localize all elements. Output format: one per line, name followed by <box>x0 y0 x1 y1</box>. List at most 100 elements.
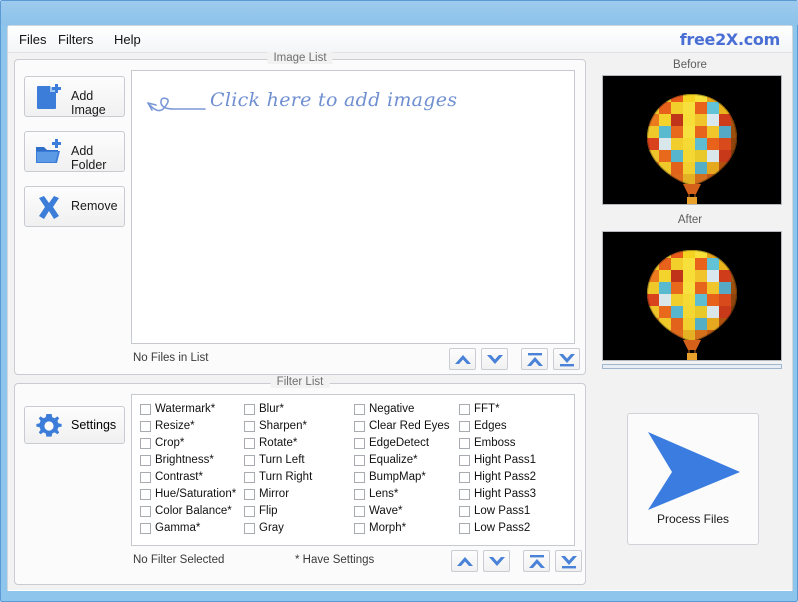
image-move-to-bottom-button[interactable] <box>553 348 580 370</box>
checkbox-icon[interactable] <box>459 489 470 500</box>
checkbox-icon[interactable] <box>140 404 151 415</box>
filter-item[interactable]: Resize* <box>138 418 246 435</box>
checkbox-icon[interactable] <box>140 523 151 534</box>
checkbox-icon[interactable] <box>140 489 151 500</box>
checkbox-icon[interactable] <box>244 421 255 432</box>
filter-item[interactable]: Emboss <box>457 435 567 452</box>
checkbox-icon[interactable] <box>459 472 470 483</box>
filter-item[interactable]: Mirror <box>242 486 342 503</box>
client-area: Files Filters Help free2X.com Image List <box>7 25 793 591</box>
filter-item[interactable]: Color Balance* <box>138 503 246 520</box>
filter-item[interactable]: Brightness* <box>138 452 246 469</box>
filter-item[interactable]: Negative <box>352 401 460 418</box>
filter-item[interactable]: Wave* <box>352 503 460 520</box>
checkbox-icon[interactable] <box>140 506 151 517</box>
menu-item-filters[interactable]: Filters <box>53 31 98 48</box>
checkbox-icon[interactable] <box>459 455 470 466</box>
filter-list-group: Filter List Settings Watermark* Resize* Cr… <box>14 376 586 585</box>
image-move-down-button[interactable] <box>481 348 508 370</box>
checkbox-icon[interactable] <box>354 472 365 483</box>
filter-item[interactable]: Lens* <box>352 486 460 503</box>
filter-item[interactable]: Turn Left <box>242 452 342 469</box>
checkbox-icon[interactable] <box>140 455 151 466</box>
checkbox-icon[interactable] <box>459 421 470 432</box>
filter-item[interactable]: Turn Right <box>242 469 342 486</box>
checkbox-icon[interactable] <box>354 404 365 415</box>
checkbox-icon[interactable] <box>244 404 255 415</box>
checkbox-icon[interactable] <box>244 438 255 449</box>
checkbox-icon[interactable] <box>459 404 470 415</box>
filter-list-box[interactable]: Watermark* Resize* Crop* Brightness* Contras… <box>131 394 575 546</box>
image-move-up-button[interactable] <box>449 348 476 370</box>
filter-item[interactable]: Gamma* <box>138 520 246 537</box>
filter-item-label: Gray <box>259 522 284 534</box>
filter-item[interactable]: Edges <box>457 418 567 435</box>
filter-item-label: Rotate* <box>259 437 298 449</box>
menu-item-files[interactable]: Files <box>14 31 51 48</box>
add-image-button[interactable]: Add Image <box>24 76 125 117</box>
filter-item[interactable]: Sharpen* <box>242 418 342 435</box>
filter-item[interactable]: Gray <box>242 520 342 537</box>
filter-item[interactable]: Hight Pass2 <box>457 469 567 486</box>
checkbox-icon[interactable] <box>354 523 365 534</box>
filter-column-1: Watermark* Resize* Crop* Brightness* Contras… <box>138 401 246 537</box>
checkbox-icon[interactable] <box>244 506 255 517</box>
checkbox-icon[interactable] <box>140 438 151 449</box>
remove-button[interactable]: Remove <box>24 186 125 227</box>
checkbox-icon[interactable] <box>459 506 470 517</box>
filter-item[interactable]: Clear Red Eyes <box>352 418 460 435</box>
filter-item-label: Low Pass2 <box>474 522 531 534</box>
filter-item[interactable]: Equalize* <box>352 452 460 469</box>
image-list-box[interactable]: Click here to add images <box>131 70 575 344</box>
filter-item[interactable]: Flip <box>242 503 342 520</box>
filter-item[interactable]: Low Pass1 <box>457 503 567 520</box>
filter-item[interactable]: Morph* <box>352 520 460 537</box>
x-mark-icon <box>34 193 64 222</box>
checkbox-icon[interactable] <box>354 455 365 466</box>
filter-move-to-top-button[interactable] <box>523 550 550 572</box>
menu-item-help[interactable]: Help <box>109 31 146 48</box>
main-body: Image List Add Image Add Folder Remove C… <box>8 52 792 590</box>
checkbox-icon[interactable] <box>354 438 365 449</box>
add-folder-button[interactable]: Add Folder <box>24 131 125 172</box>
checkbox-icon[interactable] <box>459 438 470 449</box>
filter-move-up-button[interactable] <box>451 550 478 572</box>
filter-item-label: BumpMap* <box>369 471 426 483</box>
filter-item[interactable]: Hue/Saturation* <box>138 486 246 503</box>
filter-item[interactable]: Low Pass2 <box>457 520 567 537</box>
filter-item[interactable]: FFT* <box>457 401 567 418</box>
filter-settings-legend: * Have Settings <box>295 554 375 566</box>
checkbox-icon[interactable] <box>354 489 365 500</box>
checkbox-icon[interactable] <box>459 523 470 534</box>
checkbox-icon[interactable] <box>244 523 255 534</box>
filter-item-label: Hight Pass1 <box>474 454 537 466</box>
filter-item[interactable]: Contrast* <box>138 469 246 486</box>
filter-item-label: FFT* <box>474 403 500 415</box>
checkbox-icon[interactable] <box>244 472 255 483</box>
process-files-button[interactable]: Process Files <box>627 413 759 545</box>
filter-item-label: Turn Left <box>259 454 305 466</box>
image-move-to-top-button[interactable] <box>521 348 548 370</box>
filter-item-label: Hue/Saturation* <box>155 488 237 500</box>
filter-item[interactable]: Crop* <box>138 435 246 452</box>
filter-move-down-button[interactable] <box>483 550 510 572</box>
filter-item[interactable]: Hight Pass3 <box>457 486 567 503</box>
filter-item-label: Gamma* <box>155 522 201 534</box>
filter-item-label: Blur* <box>259 403 284 415</box>
filter-item[interactable]: Watermark* <box>138 401 246 418</box>
checkbox-icon[interactable] <box>140 421 151 432</box>
filter-item-label: Hight Pass2 <box>474 471 537 483</box>
filter-list-status: No Filter Selected <box>133 554 225 566</box>
checkbox-icon[interactable] <box>354 421 365 432</box>
checkbox-icon[interactable] <box>354 506 365 517</box>
checkbox-icon[interactable] <box>244 489 255 500</box>
filter-item[interactable]: EdgeDetect <box>352 435 460 452</box>
checkbox-icon[interactable] <box>244 455 255 466</box>
filter-item[interactable]: Blur* <box>242 401 342 418</box>
checkbox-icon[interactable] <box>140 472 151 483</box>
filter-item[interactable]: BumpMap* <box>352 469 460 486</box>
settings-button[interactable]: Settings <box>24 406 125 444</box>
filter-item[interactable]: Rotate* <box>242 435 342 452</box>
filter-move-to-bottom-button[interactable] <box>555 550 582 572</box>
filter-item[interactable]: Hight Pass1 <box>457 452 567 469</box>
